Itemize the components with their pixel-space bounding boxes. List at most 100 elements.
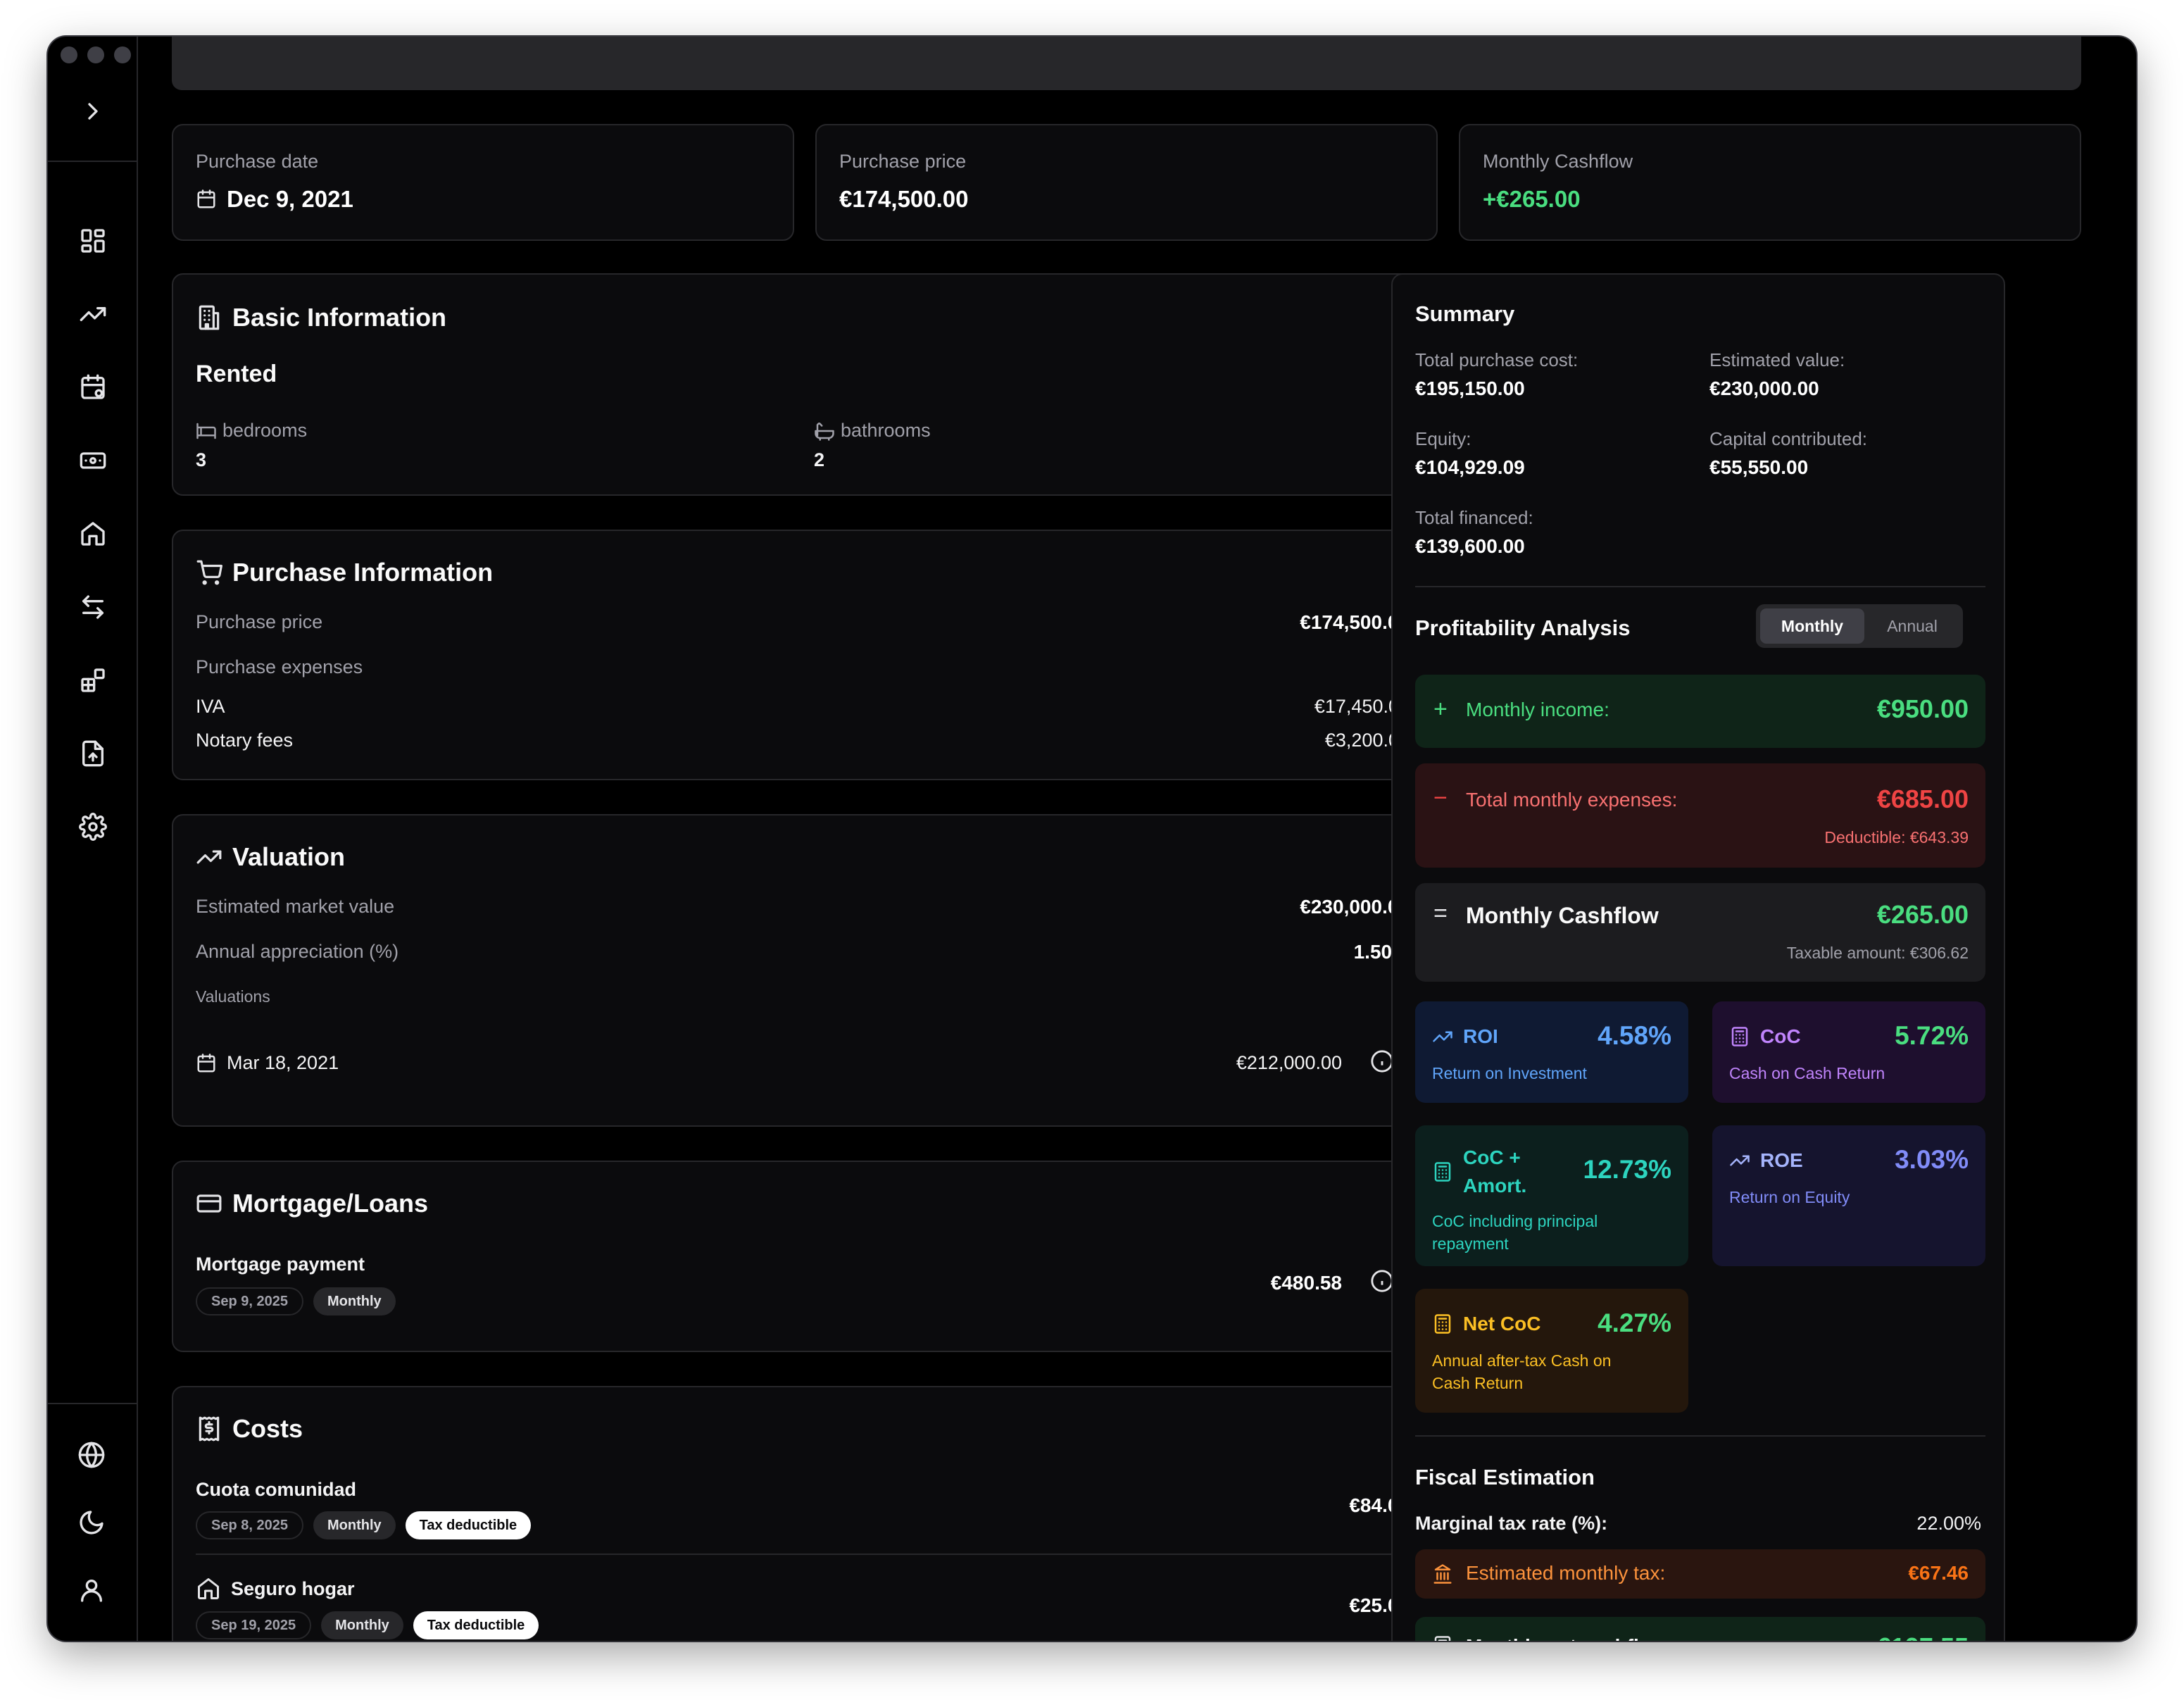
coc-amort-description-line: repayment: [1432, 1235, 1509, 1253]
net-coc-description: Annual after-tax Cash on Cash Return: [1432, 1349, 1611, 1394]
cost-divider: [196, 1554, 1411, 1555]
cost-name: Seguro hogar: [231, 1577, 355, 1599]
period-toggle: Monthly Annual: [1756, 604, 1963, 648]
roi-value: 4.58%: [1598, 1021, 1671, 1050]
moon-icon: [80, 1511, 103, 1535]
sidebar-divider-bottom: [48, 1403, 138, 1404]
sidebar-item-properties[interactable]: [77, 518, 108, 549]
section-title: Valuation: [196, 842, 345, 872]
fiscal-divider: [1415, 1435, 1985, 1437]
expand-sidebar-button[interactable]: [79, 97, 107, 125]
home-icon: [81, 522, 105, 546]
shopping-cart-icon: [196, 560, 222, 585]
estimated-tax-value: €67.46: [1908, 1562, 1969, 1584]
frequency-badge: Monthly: [321, 1611, 403, 1639]
tax-rate-label: Marginal tax rate (%):: [1415, 1513, 1608, 1534]
roe-description: Return on Equity: [1729, 1188, 1850, 1206]
roi-name: ROI: [1432, 1025, 1498, 1048]
toggle-annual[interactable]: Annual: [1866, 608, 1959, 644]
widgets-icon: [81, 668, 105, 692]
trending-up-icon: [1433, 1031, 1452, 1042]
market-value-label: Estimated market value: [196, 896, 395, 917]
coc-amort-name: CoC + Amort.: [1432, 1144, 1526, 1200]
tax-deductible-badge: Tax deductible: [405, 1511, 532, 1539]
sidebar-item-profile[interactable]: [76, 1575, 107, 1606]
valuation-info-button[interactable]: [1370, 1049, 1394, 1073]
bedrooms-label-text: bedrooms: [222, 420, 308, 441]
globe-icon: [78, 1442, 105, 1468]
toggle-monthly[interactable]: Monthly: [1760, 608, 1864, 644]
mortgage-loans-card: Mortgage/Loans Mortgage payment Sep 9, 2…: [172, 1161, 1433, 1352]
coc-amort-label: CoC + Amort.: [1463, 1144, 1526, 1200]
roi-card: ROI 4.58% Return on Investment: [1415, 1001, 1688, 1103]
calculator-icon: [1434, 1314, 1451, 1334]
coc-amort-label-line: CoC +: [1463, 1146, 1521, 1168]
sidebar-item-dashboard[interactable]: [77, 225, 108, 256]
sidebar-item-trends[interactable]: [77, 299, 108, 330]
sidebar-item-language[interactable]: [76, 1439, 107, 1470]
trending-up-icon: [196, 850, 222, 864]
frequency-badge: Monthly: [313, 1511, 396, 1539]
section-title: Mortgage/Loans: [196, 1189, 428, 1218]
net-coc-card: Net CoC 4.27% Annual after-tax Cash on C…: [1415, 1289, 1688, 1413]
net-coc-label: Net CoC: [1463, 1313, 1541, 1335]
valuations-label: Valuations: [196, 987, 270, 1006]
stat-label: Purchase price: [839, 151, 967, 172]
mortgage-info-button[interactable]: [1370, 1269, 1394, 1293]
mortgage-badges: Sep 9, 2025 Monthly: [196, 1287, 396, 1315]
purchase-expenses-label: Purchase expenses: [196, 656, 363, 677]
sidebar-item-theme[interactable]: [76, 1507, 107, 1538]
section-title: Costs: [196, 1414, 303, 1444]
sidebar-item-widgets[interactable]: [77, 665, 108, 696]
landmark-icon: [1433, 1564, 1452, 1584]
roi-label: ROI: [1463, 1025, 1498, 1047]
sidebar-item-calendar[interactable]: [77, 372, 108, 403]
coc-description: Cash on Cash Return: [1729, 1064, 1885, 1082]
section-title: Purchase Information: [196, 558, 493, 587]
sidebar-item-settings[interactable]: [77, 811, 108, 842]
plus-icon: +: [1433, 696, 1448, 723]
property-status: Rented: [196, 361, 277, 387]
calculator-icon: [1434, 1162, 1451, 1182]
receipt-icon: [199, 1416, 220, 1442]
chevron-right-icon: [88, 103, 98, 120]
bedrooms-label: bedrooms: [196, 420, 307, 442]
expense-name: Notary fees: [196, 730, 294, 751]
purchase-date-value: Dec 9, 2021: [227, 186, 353, 212]
purchase-information-card: Purchase Information Purchase price €174…: [172, 530, 1433, 780]
summary-title: Summary: [1415, 301, 1515, 326]
coc-amort-description-line: CoC including principal: [1432, 1212, 1598, 1230]
appreciation-label: Annual appreciation (%): [196, 941, 399, 962]
coc-amort-label-line: Amort.: [1463, 1175, 1527, 1196]
user-icon: [81, 1580, 102, 1602]
costs-card: Costs Cuota comunidad Sep 8, 2025 Monthl…: [172, 1386, 1433, 1641]
sidebar-item-transactions[interactable]: [77, 592, 108, 623]
stat-card-monthly-cashflow: Monthly Cashflow +€265.00: [1459, 124, 2081, 241]
summary-panel: Summary Total purchase cost: €195,150.00…: [1391, 273, 2005, 1641]
coc-name: CoC: [1729, 1025, 1801, 1048]
roe-card: ROE 3.03% Return on Equity: [1712, 1125, 1985, 1266]
stat-label: Monthly Cashflow: [1483, 151, 1633, 172]
coc-label: CoC: [1760, 1025, 1801, 1047]
coc-amort-value: 12.73%: [1583, 1155, 1672, 1184]
info-icon: [1371, 1050, 1393, 1073]
purchase-price-value: €174,500.00: [839, 186, 969, 212]
total-purchase-cost-value: €195,150.00: [1415, 377, 1525, 399]
arrows-exchange-icon: [82, 595, 103, 619]
calculator-icon: [1434, 1636, 1451, 1641]
valuation-card: Valuation Estimated market value €230,00…: [172, 814, 1433, 1127]
sidebar-item-documents[interactable]: [77, 738, 108, 769]
roe-value: 3.03%: [1895, 1145, 1969, 1174]
file-upload-icon: [82, 740, 103, 767]
cost-name-row: Seguro hogar: [196, 1576, 355, 1601]
trending-up-icon: [80, 307, 106, 321]
taxable-amount: Taxable amount: €306.62: [1786, 944, 1969, 962]
roi-description: Return on Investment: [1432, 1064, 1587, 1082]
monthly-income-value: €950.00: [1876, 694, 1969, 723]
monthly-expenses-row: − Total monthly expenses: €685.00 Deduct…: [1415, 763, 1985, 868]
bathrooms-label: bathrooms: [814, 420, 931, 442]
fiscal-title: Fiscal Estimation: [1415, 1465, 1595, 1489]
monthly-cashflow-value: +€265.00: [1483, 186, 1581, 212]
net-cashflow-label: Monthly net cashflow: [1466, 1635, 1667, 1641]
sidebar-item-finances[interactable]: [77, 445, 108, 476]
